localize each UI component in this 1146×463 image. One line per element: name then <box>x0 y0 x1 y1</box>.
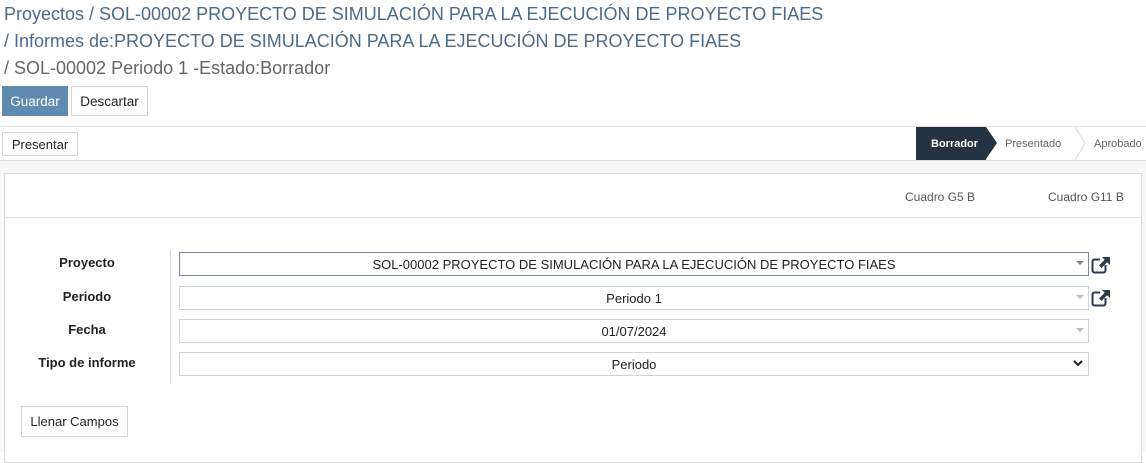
submit-button[interactable]: Presentar <box>2 132 78 156</box>
periodo-select[interactable]: Periodo 1 <box>179 286 1089 310</box>
save-button[interactable]: Guardar <box>2 86 68 116</box>
label-periodo: Periodo <box>62 289 112 304</box>
stage-separator-icon <box>1074 127 1086 160</box>
stage-borrador[interactable]: Borrador <box>916 127 986 160</box>
periodo-value: Periodo 1 <box>606 290 662 306</box>
fecha-value: 01/07/2024 <box>601 323 667 339</box>
breadcrumb-reports[interactable]: / Informes de:PROYECTO DE SIMULACIÓN PAR… <box>4 31 741 52</box>
fill-fields-button[interactable]: Llenar Campos <box>21 406 128 437</box>
label-fecha: Fecha <box>68 322 106 337</box>
smart-button-cuadro-g11b[interactable]: Cuadro G11 B <box>1048 190 1124 204</box>
label-proyecto: Proyecto <box>59 255 115 270</box>
breadcrumb-current: / SOL-00002 Periodo 1 -Estado:Borrador <box>4 58 331 78</box>
stage-presentado[interactable]: Presentado <box>1005 127 1061 160</box>
chevron-down-icon[interactable] <box>1072 357 1084 369</box>
proyecto-value: SOL-00002 PROYECTO DE SIMULACIÓN PARA LA… <box>372 256 896 272</box>
button-box-divider <box>5 217 1141 218</box>
label-separator <box>170 250 171 384</box>
external-link-icon[interactable] <box>1091 256 1111 274</box>
smart-button-cuadro-g5b[interactable]: Cuadro G5 B <box>905 190 975 204</box>
stage-aprobado[interactable]: Aprobado <box>1094 127 1142 160</box>
proyecto-select[interactable]: SOL-00002 PROYECTO DE SIMULACIÓN PARA LA… <box>179 252 1089 276</box>
stage-arrow-icon <box>986 127 997 159</box>
dropdown-caret-icon[interactable] <box>1076 328 1084 332</box>
form-sheet: Cuadro G5 B Cuadro G11 B <box>4 173 1142 463</box>
label-tipo-informe: Tipo de informe <box>38 355 136 370</box>
external-link-icon[interactable] <box>1091 289 1111 307</box>
tipo-informe-select[interactable]: Periodo <box>179 352 1089 376</box>
fecha-field[interactable]: 01/07/2024 <box>179 319 1089 343</box>
dropdown-caret-icon[interactable] <box>1076 295 1084 299</box>
discard-button[interactable]: Descartar <box>71 86 148 116</box>
dropdown-caret-icon[interactable] <box>1076 261 1084 265</box>
tipo-informe-value: Periodo <box>611 356 657 372</box>
breadcrumb-projects[interactable]: Proyectos / SOL-00002 PROYECTO DE SIMULA… <box>4 4 823 25</box>
